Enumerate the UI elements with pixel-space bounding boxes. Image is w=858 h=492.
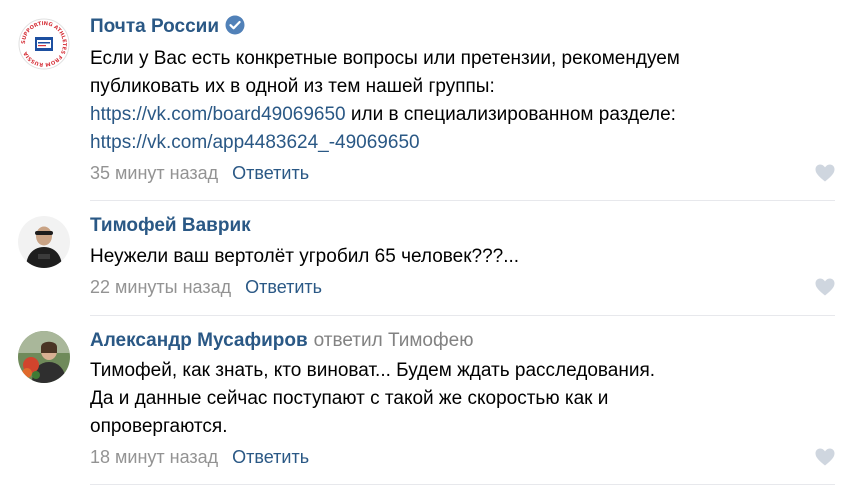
author-name[interactable]: Тимофей Ваврик — [90, 215, 251, 236]
comment-meta: 18 минут назад Ответить — [90, 445, 309, 469]
comment-meta: 35 минут назад Ответить — [90, 161, 309, 185]
timestamp[interactable]: 35 минут назад — [90, 163, 218, 183]
author-name[interactable]: Александр Мусафиров — [90, 330, 308, 351]
comment-line: Тимофей, как знать, кто виноват... Будем… — [90, 360, 656, 381]
avatar[interactable] — [18, 216, 70, 268]
comment-line: https://vk.com/app4483624_-49069650 — [90, 129, 680, 157]
timestamp[interactable]: 18 минут назад — [90, 447, 218, 467]
comment-line: опровергаются. — [90, 416, 228, 437]
app-link[interactable]: https://vk.com/app4483624_-49069650 — [90, 132, 420, 153]
author-line: Почта России — [90, 14, 245, 40]
reply-to-label[interactable]: ответил Тимофею — [314, 330, 474, 351]
comment-line: Да и данные сейчас поступают с такой же … — [90, 388, 609, 409]
reply-button[interactable]: Ответить — [232, 163, 309, 183]
divider — [90, 484, 835, 485]
comment-line: публиковать их в одной из тем нашей груп… — [90, 76, 495, 97]
comment-text: Тимофей, как знать, кто виноват... Будем… — [90, 357, 655, 441]
timestamp[interactable]: 22 минуты назад — [90, 277, 231, 297]
comment-text: Неужели ваш вертолёт угробил 65 человек?… — [90, 243, 519, 271]
avatar[interactable] — [18, 331, 70, 383]
reply-button[interactable]: Ответить — [232, 447, 309, 467]
heart-icon[interactable] — [814, 447, 836, 467]
comment-line: https://vk.com/board49069650 или в специ… — [90, 101, 680, 129]
author-line: Александр Мусафиров ответил Тимофею — [90, 328, 473, 354]
reply-button[interactable]: Ответить — [245, 277, 322, 297]
heart-icon[interactable] — [814, 163, 836, 183]
verified-icon — [225, 15, 245, 35]
comment-line: Неужели ваш вертолёт угробил 65 человек?… — [90, 246, 520, 267]
divider — [90, 315, 835, 316]
author-line: Тимофей Ваврик — [90, 213, 251, 239]
avatar[interactable]: SUPPORTING ATHLETES FROM RUSSIA — [18, 18, 70, 70]
comment-text: Если у Вас есть конкретные вопросы или п… — [90, 45, 680, 157]
author-name[interactable]: Почта России — [90, 16, 219, 37]
divider — [90, 200, 835, 201]
comment-line-rest: или в специализированном разделе: — [345, 104, 676, 125]
heart-icon[interactable] — [814, 277, 836, 297]
comment-meta: 22 минуты назад Ответить — [90, 275, 322, 299]
comments-feed: SUPPORTING ATHLETES FROM RUSSIA Почта Ро… — [0, 0, 858, 492]
board-link[interactable]: https://vk.com/board49069650 — [90, 104, 346, 125]
comment-line: Если у Вас есть конкретные вопросы или п… — [90, 48, 680, 69]
